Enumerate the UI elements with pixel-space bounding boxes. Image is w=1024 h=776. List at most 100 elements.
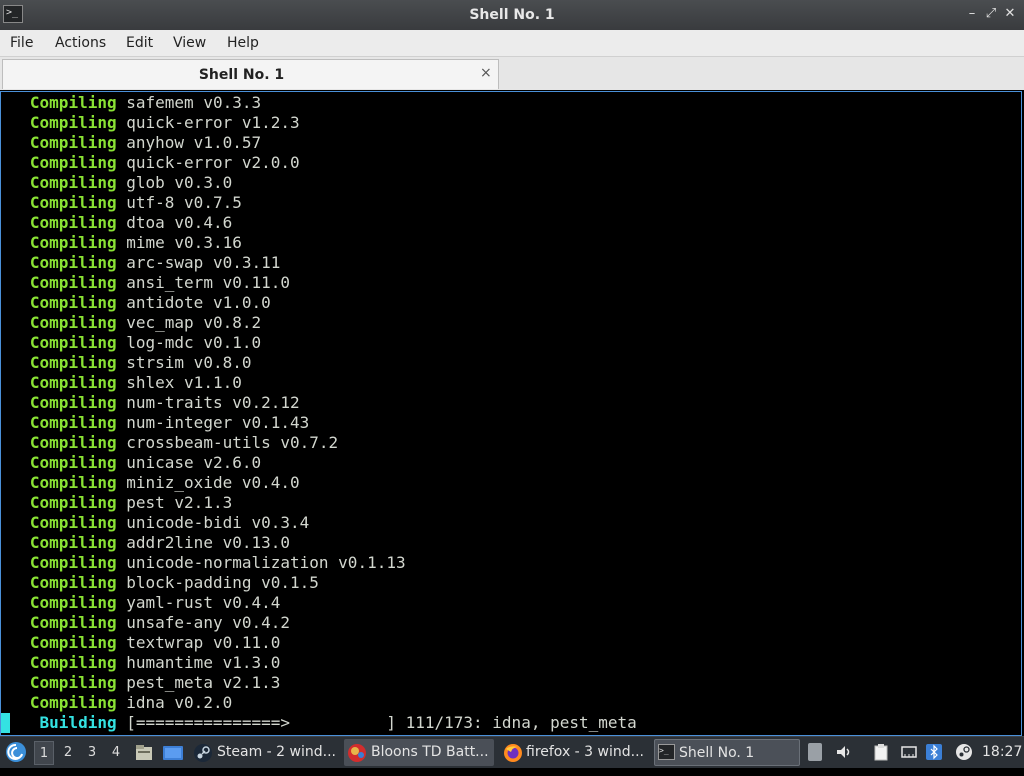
line-keyword: Compiling [29, 573, 117, 592]
build-progress-line: Building [===============> ] 111/173: id… [1, 713, 637, 733]
terminal-line: Compiling log-mdc v0.1.0 [1, 333, 261, 353]
terminal-line: Compiling addr2line v0.13.0 [1, 533, 290, 553]
line-keyword: Compiling [29, 333, 117, 352]
terminal-line: Compiling humantime v1.3.0 [1, 653, 280, 673]
terminal-line: Compiling unicase v2.6.0 [1, 453, 261, 473]
task-label: Shell No. 1 [679, 745, 755, 761]
line-keyword: Compiling [29, 93, 117, 112]
terminal-icon: >_ [658, 744, 675, 760]
line-keyword: Compiling [29, 193, 117, 212]
clipboard-icon[interactable] [872, 743, 890, 761]
window-titlebar[interactable]: >_ Shell No. 1 – ⤢ ✕ [0, 0, 1024, 30]
menu-bar: File Actions Edit View Help [0, 30, 1024, 57]
line-package: addr2line v0.13.0 [126, 533, 291, 552]
close-button[interactable]: ✕ [1002, 6, 1018, 22]
terminal-line: Compiling glob v0.3.0 [1, 173, 232, 193]
line-keyword: Compiling [29, 293, 117, 312]
steam-icon [193, 743, 213, 766]
close-icon[interactable]: × [480, 65, 492, 81]
bloons-icon [347, 743, 369, 766]
terminal-line: Compiling quick-error v1.2.3 [1, 113, 300, 133]
line-package: textwrap v0.11.0 [126, 633, 281, 652]
scroll-icon[interactable] [808, 743, 822, 761]
line-package: unicode-bidi v0.3.4 [126, 513, 310, 532]
line-keyword: Compiling [29, 173, 117, 192]
terminal-line: Compiling ansi_term v0.11.0 [1, 273, 290, 293]
task-label: Bloons TD Batt... [371, 744, 489, 760]
file-manager-icon[interactable] [134, 743, 154, 774]
line-package: unicase v2.6.0 [126, 453, 262, 472]
bluetooth-icon[interactable] [925, 743, 943, 761]
terminal-line: Compiling pest_meta v2.1.3 [1, 673, 280, 693]
line-keyword: Compiling [29, 553, 117, 572]
terminal-line: Compiling num-traits v0.2.12 [1, 393, 300, 413]
menu-edit[interactable]: Edit [126, 35, 153, 51]
show-desktop-icon[interactable] [162, 743, 184, 774]
line-package: strsim v0.8.0 [126, 353, 252, 372]
tab-shell-no-1[interactable]: Shell No. 1 × [2, 59, 499, 89]
line-keyword: Compiling [29, 473, 117, 492]
workspace-1[interactable]: 1 [34, 741, 54, 765]
line-keyword: Compiling [29, 253, 117, 272]
terminal-line: Compiling antidote v1.0.0 [1, 293, 271, 313]
line-keyword: Compiling [29, 313, 117, 332]
network-icon[interactable] [900, 743, 918, 761]
workspace-3[interactable]: 3 [82, 741, 102, 765]
line-keyword: Compiling [29, 593, 117, 612]
menu-actions[interactable]: Actions [55, 35, 106, 51]
progress-bar: [===============> ] [126, 713, 396, 732]
steam-tray-icon[interactable] [955, 743, 973, 761]
building-keyword: Building [39, 713, 117, 732]
terminal-line: Compiling anyhow v1.0.57 [1, 133, 261, 153]
task-bloons[interactable]: Bloons TD Batt... [344, 739, 494, 766]
line-package: log-mdc v0.1.0 [126, 333, 262, 352]
line-keyword: Compiling [29, 513, 117, 532]
line-keyword: Compiling [29, 153, 117, 172]
line-keyword: Compiling [29, 533, 117, 552]
terminal-line: Compiling safemem v0.3.3 [1, 93, 261, 113]
line-package: quick-error v2.0.0 [126, 153, 300, 172]
menu-view[interactable]: View [173, 35, 206, 51]
terminal-line: Compiling num-integer v0.1.43 [1, 413, 309, 433]
task-label: Steam - 2 wind... [217, 744, 336, 760]
terminal-line: Compiling unicode-bidi v0.3.4 [1, 513, 309, 533]
task-firefox[interactable]: firefox - 3 wind... [500, 739, 648, 766]
debian-swirl-icon[interactable] [4, 740, 28, 771]
terminal-line: Compiling unsafe-any v0.4.2 [1, 613, 290, 633]
line-keyword: Compiling [29, 233, 117, 252]
line-keyword: Compiling [29, 113, 117, 132]
line-keyword: Compiling [29, 633, 117, 652]
tab-label: Shell No. 1 [198, 67, 285, 83]
volume-icon[interactable] [835, 743, 853, 761]
line-package: humantime v1.3.0 [126, 653, 281, 672]
task-shell[interactable]: >_ Shell No. 1 [654, 739, 800, 766]
terminal-cursor [1, 713, 10, 733]
line-keyword: Compiling [29, 453, 117, 472]
terminal-line: Compiling mime v0.3.16 [1, 233, 242, 253]
line-package: crossbeam-utils v0.7.2 [126, 433, 339, 452]
terminal-line: Compiling miniz_oxide v0.4.0 [1, 473, 300, 493]
terminal-line: Compiling textwrap v0.11.0 [1, 633, 280, 653]
workspace-4[interactable]: 4 [106, 741, 126, 765]
maximize-button[interactable]: ⤢ [983, 6, 999, 22]
line-package: block-padding v0.1.5 [126, 573, 319, 592]
line-keyword: Compiling [29, 133, 117, 152]
line-package: unicode-normalization v0.1.13 [126, 553, 406, 572]
terminal-line: Compiling unicode-normalization v0.1.13 [1, 553, 406, 573]
minimize-button[interactable]: – [964, 6, 980, 22]
window-title: Shell No. 1 [469, 7, 555, 23]
menu-help[interactable]: Help [227, 35, 259, 51]
menu-file[interactable]: File [10, 35, 33, 51]
line-package: ansi_term v0.11.0 [126, 273, 291, 292]
clock: 18:27 [982, 744, 1023, 760]
line-keyword: Compiling [29, 213, 117, 232]
task-steam[interactable]: Steam - 2 wind... [190, 739, 338, 766]
line-keyword: Compiling [29, 373, 117, 392]
line-package: shlex v1.1.0 [126, 373, 242, 392]
terminal-line: Compiling block-padding v0.1.5 [1, 573, 319, 593]
line-package: idna v0.2.0 [126, 693, 233, 712]
line-keyword: Compiling [29, 393, 117, 412]
workspace-2[interactable]: 2 [58, 741, 78, 765]
terminal-output[interactable]: Compiling safemem v0.3.3 Compiling quick… [0, 91, 1022, 736]
terminal-line: Compiling idna v0.2.0 [1, 693, 232, 713]
